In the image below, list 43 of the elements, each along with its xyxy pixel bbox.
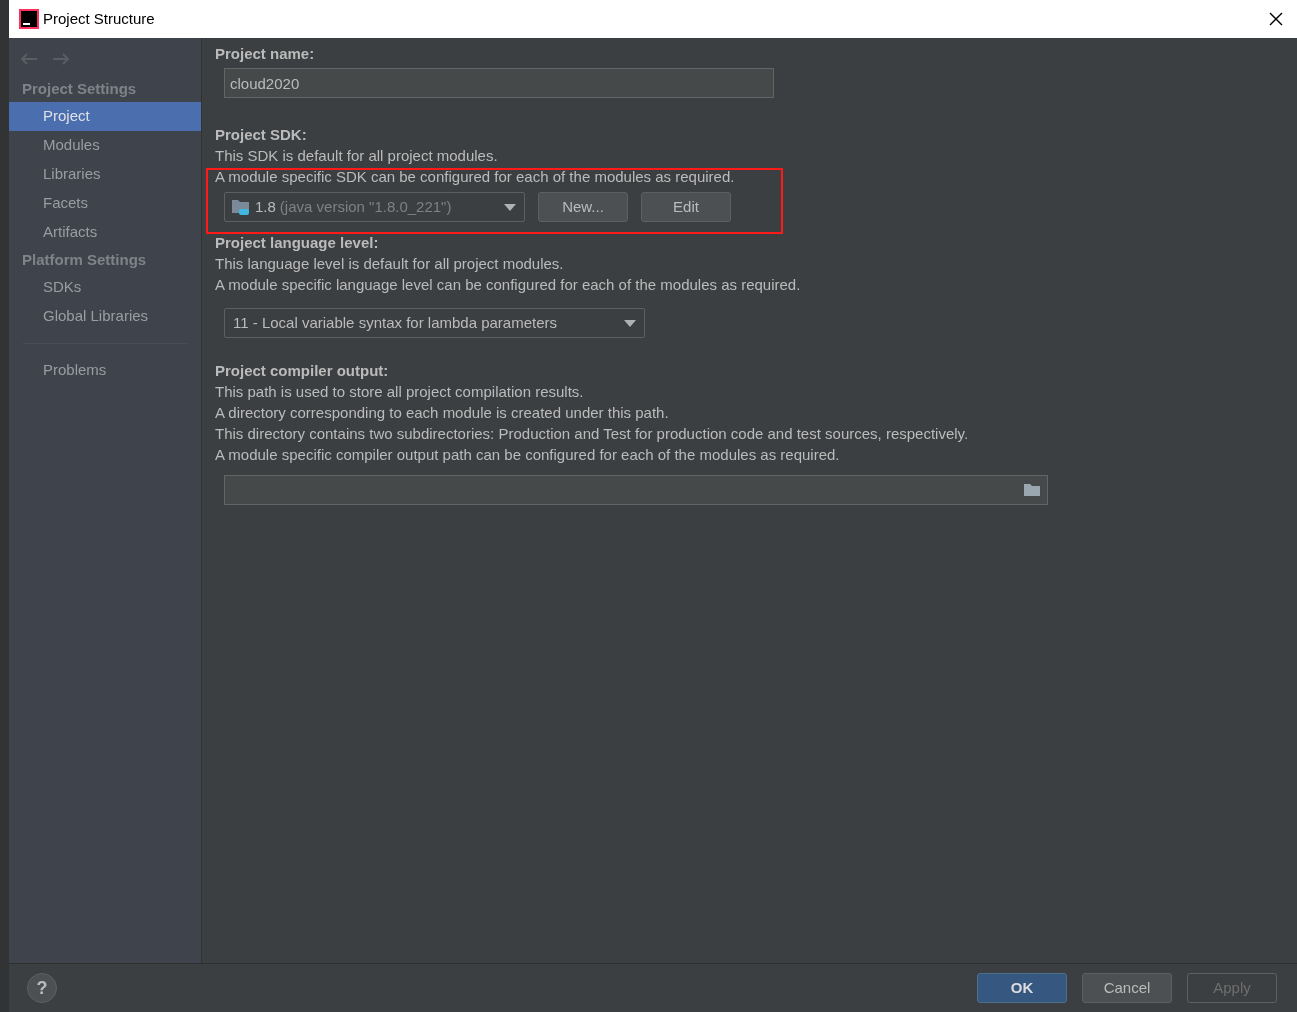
- dialog-button[interactable]: Cancel: [1082, 973, 1172, 1003]
- description-text: This SDK is default for all project modules.: [215, 146, 499, 166]
- sidebar-item[interactable]: Libraries: [9, 160, 201, 189]
- section-label: Project name:: [215, 44, 316, 64]
- jdk-folder-icon: [231, 198, 251, 216]
- description-text: This directory contains two subdirectories: Production and Test for production code and test sources, respectively.: [215, 424, 970, 444]
- section-label: Project compiler output:: [215, 361, 390, 381]
- dropdown-caret-icon: [624, 319, 636, 327]
- close-icon[interactable]: [1269, 12, 1283, 26]
- section-label: Project language level:: [215, 233, 380, 253]
- sidebar-heading: Project Settings: [21, 78, 138, 99]
- sidebar-item[interactable]: Project: [9, 102, 201, 131]
- sidebar-item[interactable]: Problems: [9, 356, 201, 385]
- back-arrow-icon[interactable]: [20, 53, 38, 65]
- sidebar-heading: Platform Settings: [21, 249, 148, 270]
- help-button[interactable]: ?: [27, 973, 57, 1003]
- language-level-dropdown[interactable]: 11 - Local variable syntax for lambda parameters: [224, 308, 645, 338]
- folder-icon[interactable]: [1023, 483, 1041, 497]
- output-path-field[interactable]: [224, 475, 1048, 505]
- sidebar-item[interactable]: Global Libraries: [9, 302, 201, 331]
- description-text: This language level is default for all project modules.: [215, 254, 565, 274]
- sdk-dropdown[interactable]: 1.8 (java version "1.8.0_221"): [224, 192, 525, 222]
- sdk-detail: (java version "1.8.0_221"): [279, 196, 452, 217]
- sdk-action-button[interactable]: New...: [538, 192, 628, 222]
- forward-arrow-icon[interactable]: [52, 53, 70, 65]
- sidebar-item[interactable]: Artifacts: [9, 218, 201, 247]
- sidebar-item[interactable]: Facets: [9, 189, 201, 218]
- project-name-field[interactable]: cloud2020: [224, 68, 774, 98]
- dialog-button[interactable]: OK: [977, 973, 1067, 1003]
- sdk-version: 1.8: [255, 196, 276, 217]
- section-label: Project SDK:: [215, 125, 308, 145]
- sidebar-item[interactable]: Modules: [9, 131, 201, 160]
- sdk-action-button[interactable]: Edit: [641, 192, 731, 222]
- dropdown-caret-icon: [504, 203, 516, 211]
- app-logo-icon: [19, 9, 39, 29]
- description-text: A module specific language level can be configured for each of the modules as required.: [215, 275, 802, 295]
- language-level-value: 11 - Local variable syntax for lambda parameters: [233, 312, 558, 333]
- description-text: A module specific compiler output path can be configured for each of the modules as required.: [215, 445, 841, 465]
- sidebar-item[interactable]: SDKs: [9, 273, 201, 302]
- description-text: This path is used to store all project compilation results.: [215, 382, 585, 402]
- window-title: Project Structure: [43, 8, 155, 29]
- description-text: A module specific SDK can be configured for each of the modules as required.: [215, 167, 736, 187]
- description-text: A directory corresponding to each module is created under this path.: [215, 403, 670, 423]
